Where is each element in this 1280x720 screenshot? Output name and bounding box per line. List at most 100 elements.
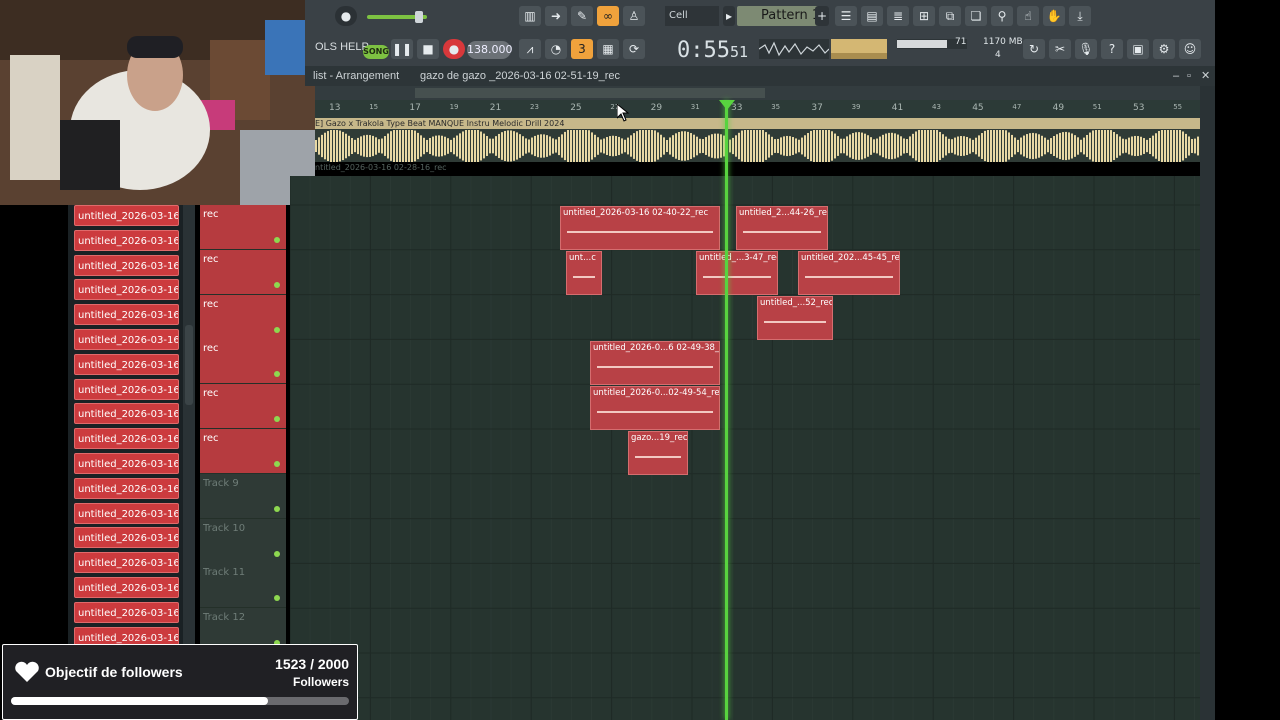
pen-icon[interactable]: ✎ [571, 6, 593, 26]
chat-icon[interactable]: ☺ [1179, 39, 1201, 59]
reset-icon[interactable]: ↻ [1023, 39, 1045, 59]
touch-icon[interactable]: ☝ [1017, 6, 1039, 26]
track-enable-led[interactable] [274, 595, 280, 602]
hand-icon[interactable]: ✋ [1043, 6, 1065, 26]
browser-icon[interactable]: ⧉ [939, 6, 961, 26]
playlist-item[interactable]: untitled_2026-03-16 02... [74, 229, 179, 251]
help-icon[interactable]: ? [1101, 39, 1123, 59]
track-header[interactable]: Track 10 [200, 518, 286, 564]
playlist-item[interactable]: untitled_2026-03-16 02... [74, 552, 179, 574]
playhead[interactable] [725, 100, 728, 720]
microphone-icon[interactable]: 🎙 [1075, 39, 1097, 59]
picker-scroll-thumb[interactable] [185, 325, 193, 405]
arrangement-grid[interactable]: untitled_2026-03-16 02-40-22_rec untitled… [290, 176, 1200, 720]
pattern-selector[interactable]: Pattern 1 [737, 6, 821, 26]
loop-record-icon[interactable]: ⟳ [623, 39, 645, 59]
restore-icon[interactable]: ▫ [1187, 66, 1191, 86]
audio-clip[interactable]: untitled_2026-0...6 02-49-38_rec [590, 341, 720, 385]
track-header[interactable]: rec [200, 339, 286, 385]
save-icon[interactable]: ▣ [1127, 39, 1149, 59]
audio-clip-track[interactable]: E] Gazo x Trakola Type Beat MANQUE Instr… [315, 118, 1200, 162]
playlist-item[interactable]: untitled_2026-03-16 02... [74, 477, 179, 499]
master-volume-slider[interactable] [367, 10, 427, 24]
channel-rack-icon[interactable]: ⊞ [913, 6, 935, 26]
playhead-marker-icon[interactable] [719, 100, 735, 110]
file-icon[interactable]: ❏ [965, 6, 987, 26]
ruler-tick: 35 [771, 103, 781, 111]
playlist-item[interactable]: untitled_2026-03-16 02... [74, 601, 179, 623]
vertical-scrollbar[interactable] [1200, 86, 1215, 720]
track-header[interactable]: rec [200, 429, 286, 474]
audio-clip[interactable]: untitled_...3-47_rec [696, 251, 778, 295]
timeline-ruler[interactable]: 13 15 17 19 21 23 25 27 29 31 33 35 37 39 41 43 45 47 49 51… [315, 100, 1200, 118]
pattern-prev-icon[interactable]: ▸ [723, 6, 735, 26]
mixer-icon[interactable]: ≣ [887, 6, 909, 26]
track-enable-led[interactable] [274, 281, 280, 288]
pause-icon[interactable]: ❚❚ [391, 39, 413, 59]
track-enable-led[interactable] [274, 326, 280, 333]
mixer-knob-icon[interactable]: ⚙ [1153, 39, 1175, 59]
audio-clip[interactable]: untitled_...52_rec [757, 296, 833, 340]
track-header[interactable]: rec [200, 294, 286, 340]
track-enable-led[interactable] [274, 505, 280, 512]
download-icon[interactable]: ⤓ [1069, 6, 1091, 26]
stamp-icon[interactable]: ♙ [623, 6, 645, 26]
arrow-right-icon[interactable]: ➜ [545, 6, 567, 26]
song-position[interactable]: 0:5551 [677, 38, 748, 63]
metronome-icon[interactable]: ⩘ [519, 39, 541, 59]
track-label: rec [203, 388, 219, 400]
track-header[interactable]: Track 9 [200, 473, 286, 519]
playlist-item[interactable]: untitled_2026-03-16 02... [74, 502, 179, 524]
piano-roll-icon[interactable]: ▥ [519, 6, 541, 26]
track-header[interactable]: rec [200, 205, 286, 250]
overview-window[interactable] [415, 88, 765, 98]
playlist-item[interactable]: untitled_2026-03-16 02... [74, 254, 179, 276]
master-volume-knob[interactable]: ● [335, 6, 357, 26]
record-icon[interactable]: ● [443, 39, 465, 59]
playlist-item[interactable]: untitled_2026-03-16 02... [74, 378, 179, 400]
project-name[interactable]: gazo de gazo _2026-03-16 02-51-19_rec [420, 66, 620, 86]
playlist-icon[interactable]: ☰ [835, 6, 857, 26]
playlist-item[interactable]: untitled_2026-03-16 02... [74, 329, 179, 350]
help-menu[interactable]: OLS HELP [315, 41, 369, 53]
playlist-item[interactable]: untitled_2026-03-16 02... [74, 353, 179, 375]
link-icon[interactable]: ∞ [597, 6, 619, 26]
track-header[interactable]: rec [200, 249, 286, 295]
playlist-item[interactable]: untitled_2026-03-16 02... [74, 279, 179, 301]
playlist-item[interactable]: untitled_2026-03-16 02... [74, 577, 179, 598]
playlist-item[interactable]: untitled_2026-03-16 02... [74, 205, 179, 226]
audio-clip[interactable]: untitled_2026-03-16 02-40-22_rec [560, 206, 720, 250]
pattern-add-icon[interactable]: + [815, 6, 829, 26]
minimize-icon[interactable]: – [1173, 66, 1179, 86]
tools-icon[interactable]: ✂ [1049, 39, 1071, 59]
plugin-icon[interactable]: ⚲ [991, 6, 1013, 26]
track-header[interactable]: rec [200, 384, 286, 430]
track-enable-led[interactable] [274, 237, 280, 243]
track-header[interactable]: Track 11 [200, 563, 286, 609]
song-mode-toggle[interactable]: SONG [363, 45, 389, 59]
track-enable-led[interactable] [274, 416, 280, 423]
playlist-item[interactable]: untitled_2026-03-16 02... [74, 304, 179, 326]
step-edit-icon[interactable]: ▦ [597, 39, 619, 59]
countdown-icon[interactable]: 3 [571, 39, 593, 59]
track-enable-led[interactable] [274, 550, 280, 557]
audio-clip[interactable]: untitled_2026-0...02-49-54_rec_2 [590, 386, 720, 430]
playlist-item[interactable]: untitled_2026-03-16 02... [74, 453, 179, 474]
track-enable-led[interactable] [274, 461, 280, 467]
audio-clip[interactable]: untitled_2...44-26_rec [736, 206, 828, 250]
playlist-item[interactable]: untitled_2026-03-16 02... [74, 428, 179, 450]
overview-strip[interactable] [315, 86, 1200, 100]
snap-selector[interactable]: Cell [665, 6, 719, 26]
step-seq-icon[interactable]: ▤ [861, 6, 883, 26]
picker-scrollbar[interactable] [183, 205, 195, 645]
track-enable-led[interactable] [274, 371, 280, 378]
audio-clip[interactable]: gazo...19_rec [628, 431, 688, 475]
audio-clip[interactable]: unt...c [566, 251, 602, 295]
audio-clip[interactable]: untitled_202...45-45_rec [798, 251, 900, 295]
playlist-item[interactable]: untitled_2026-03-16 02... [74, 403, 179, 425]
close-icon[interactable]: ✕ [1201, 66, 1210, 86]
playlist-item[interactable]: untitled_2026-03-16 02... [74, 527, 179, 549]
tempo-display[interactable]: 138.000 [467, 41, 513, 59]
wait-icon[interactable]: ◔ [545, 39, 567, 59]
stop-icon[interactable]: ■ [417, 39, 439, 59]
